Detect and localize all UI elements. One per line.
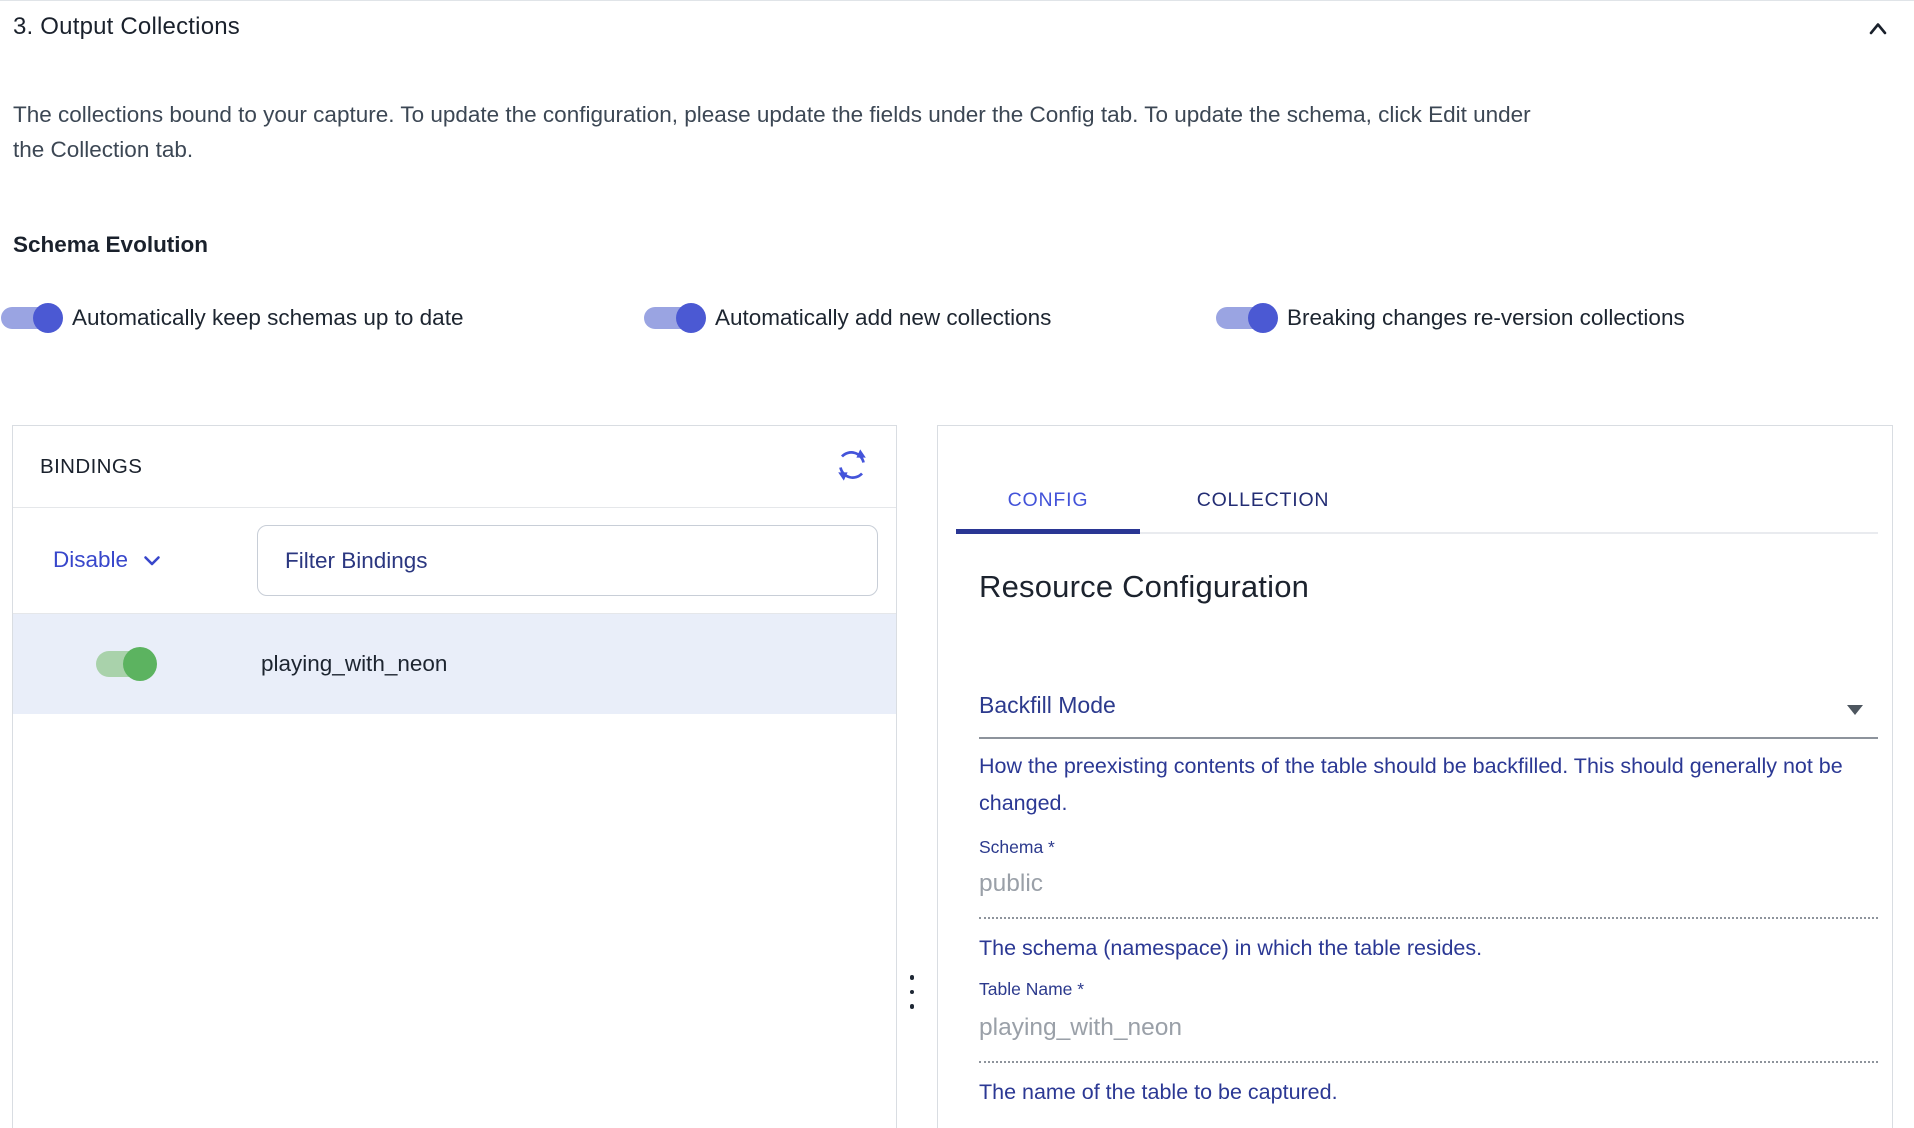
panel-resize-handle[interactable] (903, 965, 921, 1020)
select-underline (979, 737, 1878, 739)
disable-dropdown-button[interactable]: Disable (53, 538, 161, 582)
binding-enabled-switch[interactable] (96, 651, 154, 677)
binding-name: playing_with_neon (261, 651, 447, 677)
table-name-field-label: Table Name * (979, 979, 1878, 1000)
dropdown-caret-icon (1847, 705, 1863, 715)
tab-collection[interactable]: COLLECTION (1140, 466, 1386, 534)
resource-configuration-heading: Resource Configuration (979, 569, 1309, 605)
switch-on-icon (1216, 307, 1276, 329)
refresh-bindings-button[interactable] (830, 445, 874, 489)
disable-label: Disable (53, 547, 128, 573)
binding-row-playing-with-neon[interactable]: playing_with_neon (13, 614, 896, 714)
section-title: 3. Output Collections (13, 13, 240, 41)
collapse-section-button[interactable] (1856, 8, 1900, 52)
filter-bindings-input[interactable] (257, 525, 878, 596)
toggle-keep-schemas-up-to-date[interactable]: Automatically keep schemas up to date (1, 296, 463, 340)
table-name-field-input[interactable]: playing_with_neon (979, 1014, 1878, 1042)
schema-evolution-heading: Schema Evolution (13, 232, 208, 258)
toggle-breaking-changes-reversion[interactable]: Breaking changes re-version collections (1216, 296, 1685, 340)
drag-dot-icon (910, 990, 915, 995)
toggle-label: Automatically add new collections (715, 305, 1051, 331)
bindings-title: BINDINGS (40, 455, 142, 479)
refresh-icon (833, 446, 871, 487)
backfill-mode-description: How the preexisting contents of the tabl… (979, 748, 1859, 822)
schema-field-label: Schema * (979, 837, 1878, 858)
toggle-label: Breaking changes re-version collections (1287, 305, 1685, 331)
table-name-field-description: The name of the table to be captured. (979, 1074, 1878, 1111)
chevron-down-icon (143, 547, 161, 573)
binding-config-panel: CONFIG COLLECTION Resource Configuration… (937, 425, 1893, 1128)
section-top-divider (0, 0, 1914, 1)
switch-on-icon (1, 307, 61, 329)
switch-on-icon (644, 307, 704, 329)
schema-evolution-toggles: Automatically keep schemas up to date Au… (0, 296, 1914, 340)
table-name-field-underline (979, 1061, 1878, 1063)
tab-config[interactable]: CONFIG (956, 466, 1140, 534)
backfill-mode-select[interactable]: Backfill Mode How the preexisting conten… (979, 692, 1878, 719)
schema-field-underline (979, 917, 1878, 919)
schema-field-description: The schema (namespace) in which the tabl… (979, 930, 1878, 967)
drag-dot-icon (910, 1004, 915, 1009)
config-tabs: CONFIG COLLECTION (956, 466, 1878, 534)
toggle-add-new-collections[interactable]: Automatically add new collections (644, 296, 1051, 340)
section-description: The collections bound to your capture. T… (13, 97, 1543, 167)
bindings-controls: Disable (13, 508, 896, 614)
bindings-header: BINDINGS (13, 426, 896, 508)
backfill-mode-label: Backfill Mode (979, 692, 1878, 719)
chevron-up-icon (1863, 14, 1893, 47)
toggle-label: Automatically keep schemas up to date (72, 305, 463, 331)
bindings-panel: BINDINGS Disable (12, 425, 897, 1128)
schema-field-input[interactable]: public (979, 870, 1878, 898)
drag-dot-icon (910, 975, 915, 980)
